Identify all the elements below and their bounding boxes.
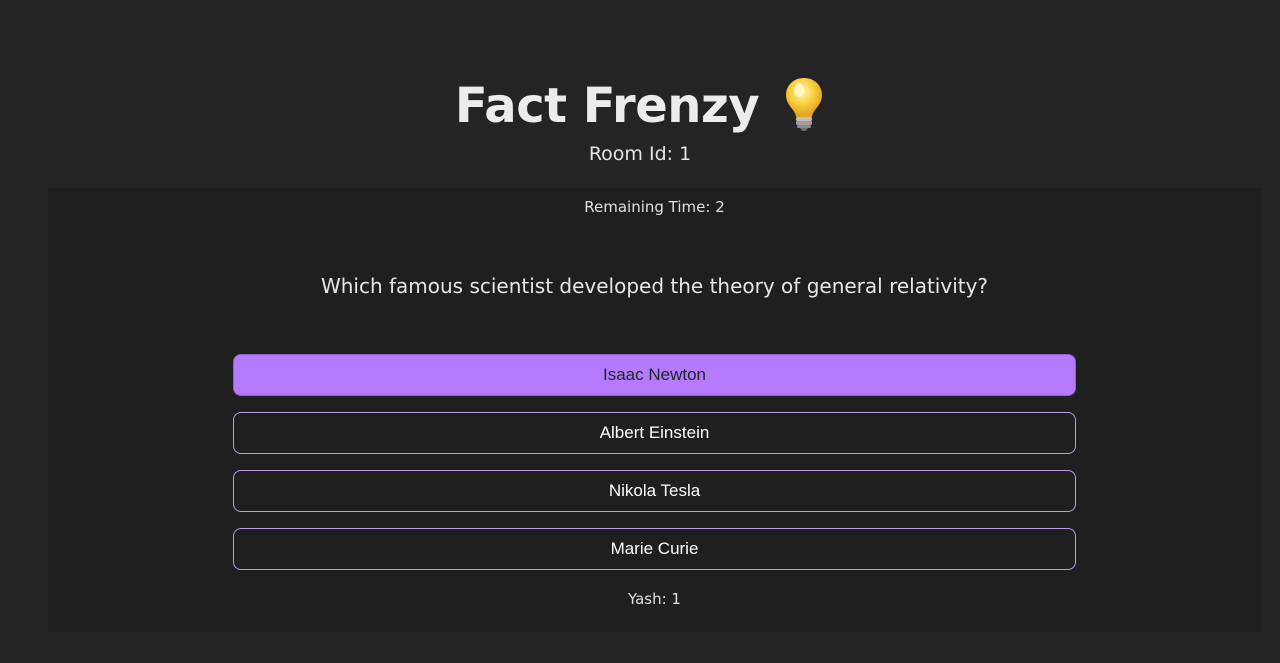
option-nikola-tesla[interactable]: Nikola Tesla <box>233 470 1076 512</box>
remaining-time: Remaining Time: 2 <box>584 198 725 216</box>
answer-options: Isaac Newton Albert Einstein Nikola Tesl… <box>233 354 1076 586</box>
option-marie-curie[interactable]: Marie Curie <box>233 528 1076 570</box>
page: Fact Frenzy Room Id: 1 Remaining Time: 2… <box>0 0 1280 663</box>
lightbulb-icon <box>783 76 825 132</box>
header: Fact Frenzy Room Id: 1 <box>0 74 1280 167</box>
player-score: Yash: 1 <box>628 590 681 608</box>
question-text: Which famous scientist developed the the… <box>320 274 989 298</box>
option-albert-einstein[interactable]: Albert Einstein <box>233 412 1076 454</box>
room-id: Room Id: 1 <box>588 143 692 165</box>
quiz-card: Remaining Time: 2 Which famous scientist… <box>48 188 1261 632</box>
title-row: Fact Frenzy <box>0 74 1280 138</box>
app-title: Fact Frenzy <box>454 78 760 134</box>
option-isaac-newton[interactable]: Isaac Newton <box>233 354 1076 396</box>
